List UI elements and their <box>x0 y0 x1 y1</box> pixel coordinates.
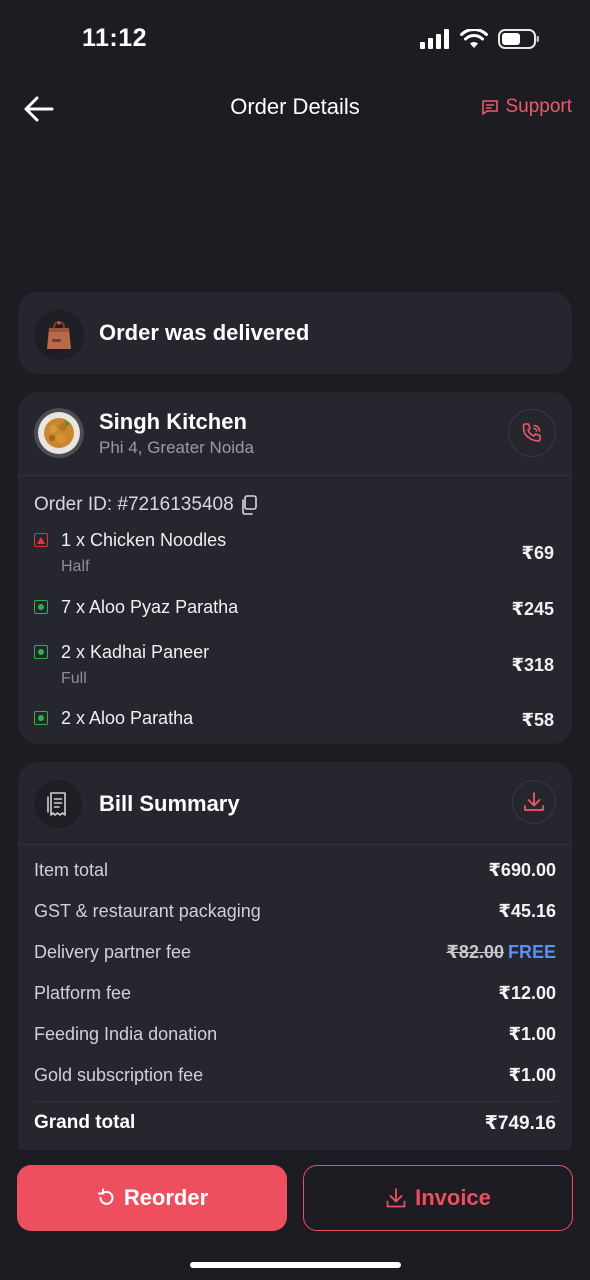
reorder-icon <box>97 1188 114 1205</box>
support-button[interactable]: Support <box>481 96 572 118</box>
divider <box>18 844 572 845</box>
download-bill-button[interactable] <box>512 780 556 824</box>
bill-label: Item total <box>34 860 109 880</box>
bill-label: Platform fee <box>34 983 132 1003</box>
veg-icon <box>34 711 48 725</box>
bill-label: Feeding India donation <box>34 1024 218 1044</box>
bottom-action-bar: Reorder Invoice <box>0 1150 590 1280</box>
status-time: 11:12 <box>82 24 148 52</box>
bill-value: ₹45.16 <box>498 901 556 921</box>
bill-value: ₹1.00 <box>508 1024 556 1044</box>
reorder-button[interactable]: Reorder <box>17 1165 287 1231</box>
bill-value-group: ₹82.00 FREE <box>446 942 556 963</box>
bill-label: Gold subscription fee <box>34 1065 204 1085</box>
veg-icon <box>34 645 48 659</box>
restaurant-location: Phi 4, Greater Noida <box>99 438 254 457</box>
item-name: 2 x Kadhai Paneer <box>61 642 210 662</box>
invoice-label: Invoice <box>415 1185 491 1210</box>
original-fee: ₹82.00 <box>446 942 504 962</box>
item-price: ₹318 <box>511 655 554 675</box>
item-price: ₹245 <box>511 599 554 619</box>
order-item: 2 x Aloo Paratha ₹58 <box>34 708 554 732</box>
restaurant-card: Singh Kitchen Phi 4, Greater Noida Order… <box>18 392 572 744</box>
delivery-status-text: Order was delivered <box>99 320 310 345</box>
bill-value: ₹12.00 <box>498 983 556 1003</box>
order-item: 2 x Kadhai Paneer Full ₹318 <box>34 642 554 690</box>
restaurant-name[interactable]: Singh Kitchen <box>99 409 247 435</box>
battery-icon <box>498 29 539 49</box>
chat-icon <box>482 100 499 115</box>
reorder-label: Reorder <box>123 1185 209 1210</box>
signal-icon <box>420 29 449 49</box>
order-id-text: Order ID: #7216135408 <box>34 494 234 515</box>
status-icons <box>420 28 540 50</box>
item-variant: Half <box>61 558 90 575</box>
bill-value: ₹690.00 <box>488 860 556 880</box>
divider <box>18 475 572 476</box>
order-id: Order ID: #7216135408 <box>34 494 258 516</box>
support-label: Support <box>505 96 572 117</box>
phone-icon <box>522 423 541 442</box>
grand-total-value: ₹749.16 <box>484 1113 556 1134</box>
call-restaurant-button[interactable] <box>508 409 556 457</box>
copy-icon[interactable] <box>240 495 258 515</box>
non-veg-icon <box>34 533 48 547</box>
item-price: ₹69 <box>521 543 554 563</box>
restaurant-avatar[interactable] <box>34 408 84 458</box>
item-name: 2 x Aloo Paratha <box>61 708 194 728</box>
item-variant: Full <box>61 670 87 687</box>
veg-icon <box>34 600 48 614</box>
bill-summary-title: Bill Summary <box>99 791 240 816</box>
delivery-bag-icon <box>34 310 84 360</box>
bill-label: Delivery partner fee <box>34 942 192 962</box>
home-indicator[interactable] <box>190 1262 401 1268</box>
wifi-icon <box>460 29 488 48</box>
item-name: 7 x Aloo Pyaz Paratha <box>61 597 239 617</box>
delivery-status-card: Order was delivered <box>18 292 572 374</box>
grand-total-label: Grand total <box>34 1112 136 1133</box>
divider <box>34 1101 556 1102</box>
invoice-button[interactable]: Invoice <box>303 1165 573 1231</box>
bill-label: GST & restaurant packaging <box>34 901 261 921</box>
item-price: ₹58 <box>521 710 554 730</box>
bill-summary-card: Bill Summary Item total ₹690.00 GST & re… <box>18 762 572 1162</box>
order-item: 1 x Chicken Noodles Half ₹69 <box>34 530 554 578</box>
download-icon <box>524 792 544 811</box>
order-item: 7 x Aloo Pyaz Paratha ₹245 <box>34 597 554 621</box>
download-icon <box>386 1188 406 1208</box>
free-badge: FREE <box>507 942 556 962</box>
bill-value: ₹1.00 <box>508 1065 556 1085</box>
receipt-icon <box>34 780 82 828</box>
item-name: 1 x Chicken Noodles <box>61 530 227 550</box>
